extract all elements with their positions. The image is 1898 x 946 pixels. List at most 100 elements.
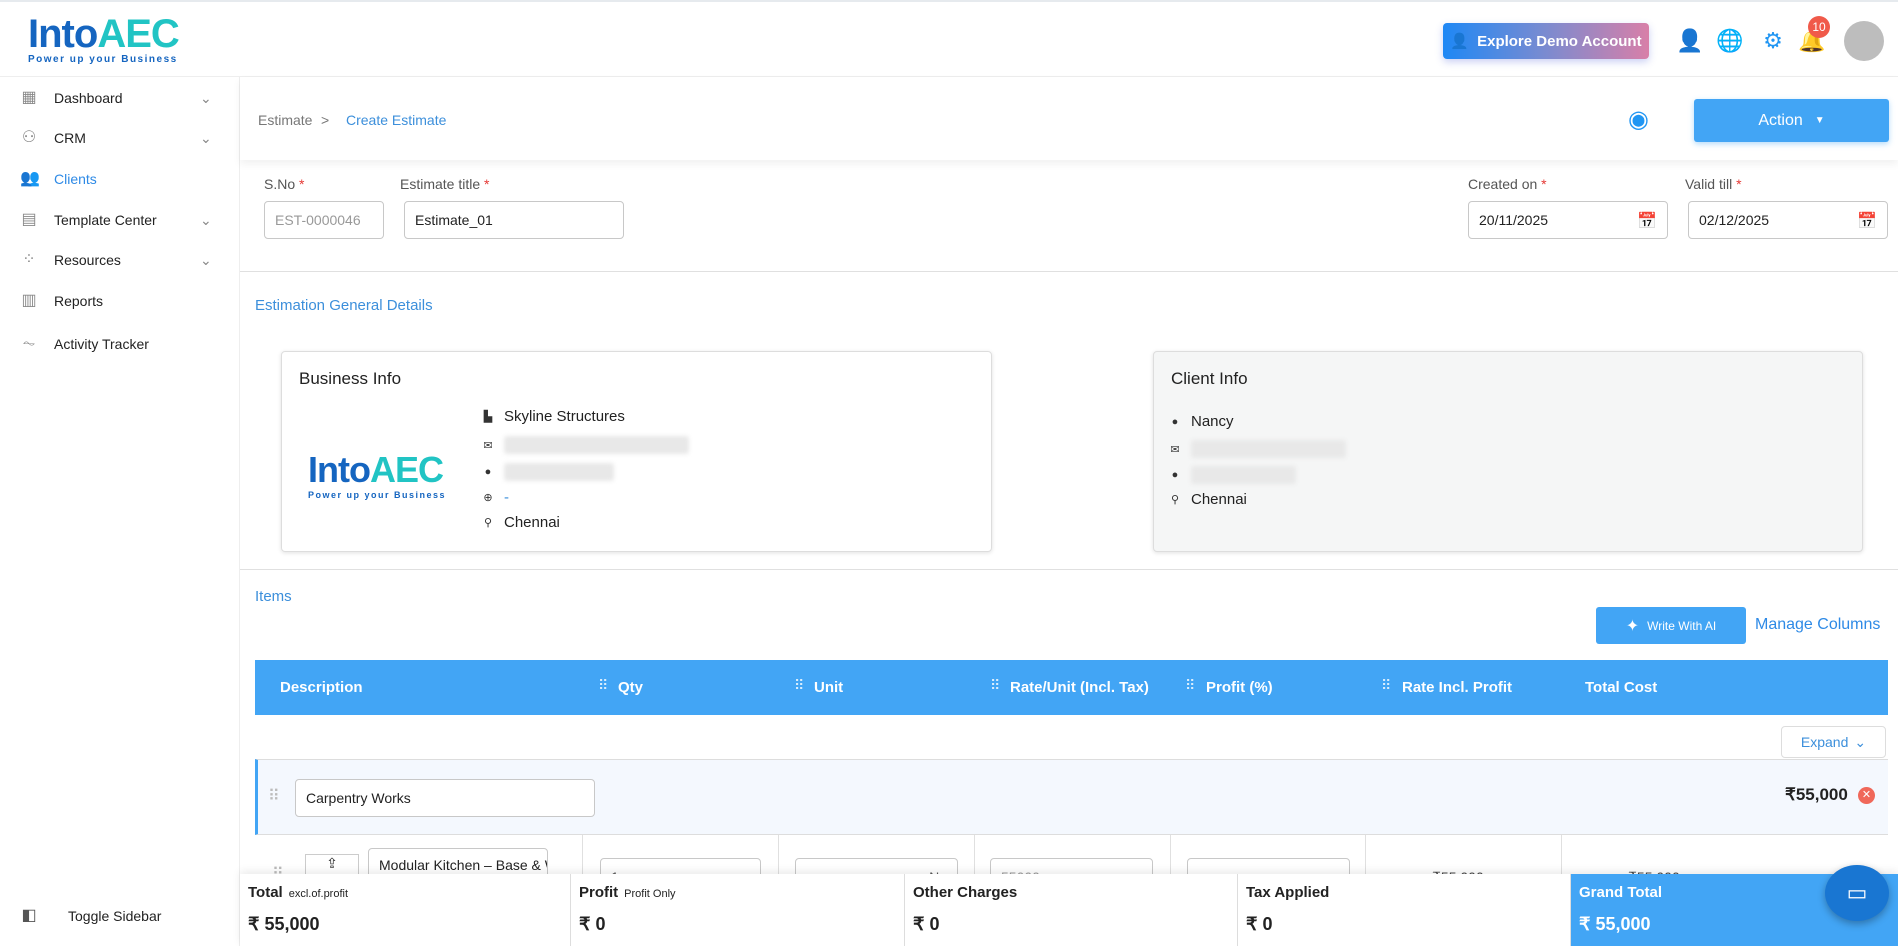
created-on-field[interactable]: 20/11/2025 📅 bbox=[1468, 201, 1668, 239]
building-icon: ▙ bbox=[483, 411, 493, 423]
other-charges-value: ₹ 0 bbox=[913, 914, 940, 934]
group-name-input[interactable]: Carpentry Works bbox=[295, 779, 595, 817]
sidebar-item-template-center[interactable]: ▤ Template Center ⌄ bbox=[0, 202, 240, 238]
business-info-title: Business Info bbox=[299, 369, 402, 388]
clients-icon: 👥 bbox=[20, 170, 40, 187]
sno-field[interactable]: EST-0000046 bbox=[264, 201, 384, 239]
sparkle-icon: ✦ bbox=[1625, 617, 1640, 635]
add-user-icon[interactable]: 👤 bbox=[1676, 28, 1703, 54]
manage-columns-link[interactable]: Manage Columns bbox=[1755, 616, 1880, 634]
profit-summary: Profit Profit Only ₹ 0 bbox=[571, 874, 905, 946]
gear-icon[interactable]: ⚙ bbox=[1760, 28, 1786, 54]
column-header-unit[interactable]: Unit bbox=[814, 679, 843, 696]
created-on-value: 20/11/2025 bbox=[1479, 212, 1549, 228]
divider bbox=[240, 271, 1898, 272]
eye-icon[interactable]: ◉ bbox=[1628, 106, 1649, 134]
crm-icon: ⚇ bbox=[21, 129, 37, 146]
write-with-ai-button[interactable]: ✦ Write With AI bbox=[1596, 607, 1746, 644]
sidebar-item-label: Clients bbox=[54, 171, 97, 187]
column-header-description[interactable]: Description bbox=[280, 679, 363, 696]
action-label: Action bbox=[1758, 111, 1803, 129]
total-value: ₹ 55,000 bbox=[248, 914, 320, 934]
calendar-icon[interactable]: 📅 bbox=[1637, 211, 1657, 231]
column-header-rate-incl-profit[interactable]: Rate Incl. Profit bbox=[1402, 679, 1512, 696]
estimate-title-field[interactable]: Estimate_01 bbox=[404, 201, 624, 239]
client-name: Nancy bbox=[1191, 413, 1234, 430]
group-row: ⠿ Carpentry Works ₹55,000 ✕ bbox=[255, 759, 1888, 835]
client-info-title: Client Info bbox=[1171, 369, 1248, 388]
email-icon: ✉ bbox=[483, 439, 493, 452]
redacted-phone bbox=[1191, 466, 1296, 484]
business-name: Skyline Structures bbox=[504, 408, 625, 425]
avatar[interactable] bbox=[1844, 21, 1884, 61]
other-charges-summary[interactable]: Other Charges ₹ 0 bbox=[905, 874, 1238, 946]
chevron-down-icon: ⌄ bbox=[200, 89, 212, 106]
chat-icon[interactable]: ▭ bbox=[1825, 865, 1889, 921]
drag-handle-icon[interactable]: ⠿ bbox=[990, 677, 1000, 694]
sidebar-item-activity-tracker[interactable]: ⏦ Activity Tracker bbox=[0, 326, 240, 362]
chevron-down-icon: ⌄ bbox=[200, 129, 212, 146]
sidebar-item-clients[interactable]: 👥 Clients bbox=[0, 161, 240, 197]
redacted-phone bbox=[504, 463, 614, 481]
logo-text: Into bbox=[28, 12, 98, 56]
chevron-down-icon: ⌄ bbox=[200, 211, 212, 228]
business-city: Chennai bbox=[504, 514, 560, 531]
person-icon: ● bbox=[1171, 415, 1179, 428]
breadcrumb-estimate[interactable]: Estimate bbox=[258, 112, 312, 128]
column-header-total-cost[interactable]: Total Cost bbox=[1585, 679, 1657, 696]
explore-demo-button[interactable]: 👤 Explore Demo Account bbox=[1443, 23, 1649, 59]
drag-handle-icon[interactable]: ⠿ bbox=[794, 677, 804, 694]
section-title-general: Estimation General Details bbox=[255, 297, 433, 314]
sidebar-item-reports[interactable]: ▥ Reports bbox=[0, 283, 240, 319]
sidebar-item-crm[interactable]: ⚇ CRM ⌄ bbox=[0, 120, 240, 156]
column-header-rate[interactable]: Rate/Unit (Incl. Tax) bbox=[1010, 679, 1149, 696]
valid-till-field[interactable]: 02/12/2025 📅 bbox=[1688, 201, 1888, 239]
profit-value: ₹ 0 bbox=[579, 914, 606, 934]
chevron-down-icon: ⌄ bbox=[200, 251, 212, 268]
location-icon: ⚲ bbox=[1170, 494, 1180, 506]
explore-demo-label: Explore Demo Account bbox=[1477, 32, 1642, 50]
calendar-icon[interactable]: 📅 bbox=[1857, 211, 1877, 231]
drag-handle-icon[interactable]: ⠿ bbox=[598, 677, 608, 694]
drag-handle-icon[interactable]: ⠿ bbox=[1185, 677, 1195, 694]
expand-button[interactable]: Expand ⌄ bbox=[1781, 726, 1886, 758]
column-header-profit[interactable]: Profit (%) bbox=[1206, 679, 1273, 696]
template-icon: ▤ bbox=[21, 211, 37, 228]
profit-label: Profit bbox=[579, 884, 619, 901]
breadcrumb-current: Create Estimate bbox=[346, 112, 447, 128]
items-table-header: Description ⠿ Qty ⠿ Unit ⠿ Rate/Unit (Incl.… bbox=[255, 660, 1888, 715]
business-info-card: Business Info IntoAEC Power up your Busi… bbox=[281, 351, 992, 552]
breadcrumb-separator-icon: > bbox=[321, 112, 330, 128]
column-header-qty[interactable]: Qty bbox=[618, 679, 643, 696]
drag-handle-icon[interactable]: ⠿ bbox=[1381, 677, 1391, 694]
section-title-items: Items bbox=[255, 588, 292, 605]
user-icon: 👤 bbox=[1450, 33, 1470, 50]
grand-total-value: ₹ 55,000 bbox=[1579, 914, 1651, 934]
valid-till-label: Valid till * bbox=[1685, 176, 1742, 192]
toggle-sidebar-label: Toggle Sidebar bbox=[68, 908, 162, 924]
sidebar-item-resources[interactable]: ⁘ Resources ⌄ bbox=[0, 242, 240, 278]
globe-icon[interactable]: 🌐 bbox=[1716, 28, 1743, 54]
sidebar-item-label: Dashboard bbox=[54, 90, 123, 106]
tax-label: Tax Applied bbox=[1246, 884, 1330, 901]
reports-icon: ▥ bbox=[21, 292, 37, 309]
resources-icon: ⁘ bbox=[22, 251, 36, 268]
client-info-card: Client Info ● Nancy ✉ ● ⚲ Chennai bbox=[1153, 351, 1863, 552]
location-icon: ⚲ bbox=[483, 517, 493, 529]
logo[interactable]: IntoAEC Power up your Business bbox=[28, 12, 180, 65]
tax-summary[interactable]: Tax Applied ₹ 0 bbox=[1238, 874, 1571, 946]
total-summary: Total excl.of.profit ₹ 55,000 bbox=[240, 874, 571, 946]
write-with-ai-label: Write With AI bbox=[1647, 618, 1717, 633]
notification-badge: 10 bbox=[1808, 16, 1830, 38]
top-header: IntoAEC Power up your Business 👤 Explore … bbox=[0, 0, 1898, 77]
action-button[interactable]: Action ▼ bbox=[1694, 99, 1889, 142]
drag-handle-icon[interactable]: ⠿ bbox=[268, 786, 280, 806]
business-website[interactable]: - bbox=[504, 489, 509, 506]
toggle-sidebar-button[interactable]: ◧ Toggle Sidebar bbox=[0, 898, 240, 934]
remove-group-icon[interactable]: ✕ bbox=[1858, 787, 1875, 804]
valid-till-value: 02/12/2025 bbox=[1699, 212, 1770, 228]
business-logo: IntoAEC Power up your Business bbox=[308, 449, 447, 501]
chevron-down-icon: ⌄ bbox=[1854, 733, 1867, 750]
globe-icon: ⊕ bbox=[483, 492, 493, 504]
sidebar-item-dashboard[interactable]: ▦ Dashboard ⌄ bbox=[0, 80, 240, 116]
